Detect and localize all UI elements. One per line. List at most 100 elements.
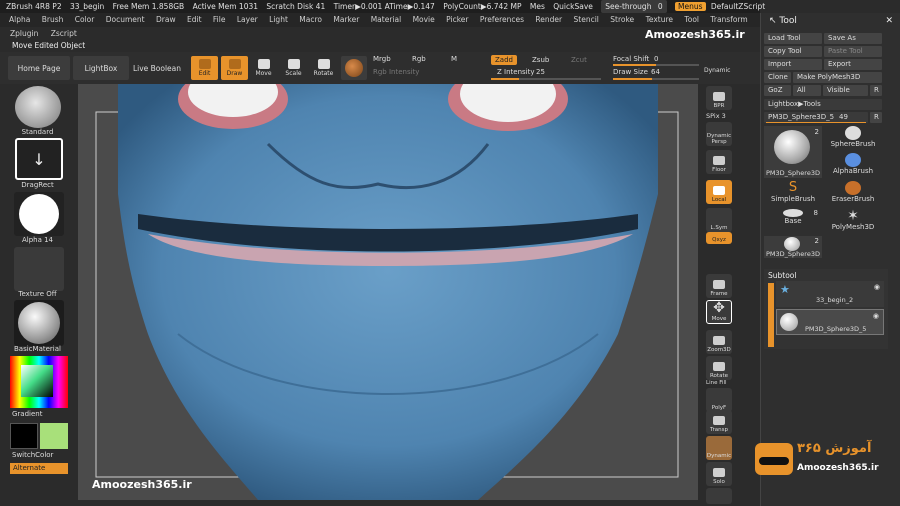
close-icon[interactable]: ✕ xyxy=(885,13,893,29)
load-tool-button[interactable]: Load Tool xyxy=(764,33,822,44)
dragrect-stroke-icon[interactable]: ↓ xyxy=(15,138,63,180)
m-button[interactable]: M xyxy=(451,55,457,63)
menus-button[interactable]: Menus xyxy=(675,2,706,11)
viewport-canvas[interactable]: Amoozesh365.ir xyxy=(78,84,698,500)
scale-button[interactable]: Scale xyxy=(281,56,306,80)
tool-thumb-pm3d[interactable]: 2 PM3D_Sphere3D xyxy=(764,126,822,178)
move-view-button[interactable]: ✥ Move xyxy=(706,300,732,324)
menu-stroke[interactable]: Stroke xyxy=(610,15,634,24)
mrgb-button[interactable]: Mrgb xyxy=(373,55,391,63)
lightbox-button[interactable]: LightBox xyxy=(73,56,129,80)
r-button-2[interactable]: R xyxy=(870,112,882,123)
menu-movie[interactable]: Movie xyxy=(413,15,435,24)
import-button[interactable]: Import xyxy=(764,59,822,70)
menu-alpha[interactable]: Alpha xyxy=(9,15,30,24)
tool-spherebrush[interactable]: SphereBrush xyxy=(824,126,882,148)
ghost-button[interactable]: Dynamic xyxy=(706,436,732,460)
tool-eraserbrush[interactable]: EraserBrush xyxy=(824,181,882,203)
tool-polymesh3d[interactable]: ✶ PolyMesh3D xyxy=(824,209,882,231)
menu-file[interactable]: File xyxy=(213,15,226,24)
menu-macro[interactable]: Macro xyxy=(299,15,322,24)
lsym-button[interactable]: L.Sym xyxy=(706,208,732,232)
all-button[interactable]: All xyxy=(793,85,821,96)
menu-edit[interactable]: Edit xyxy=(187,15,202,24)
menu-color[interactable]: Color xyxy=(75,15,95,24)
subtool-item-selected[interactable]: PM3D_Sphere3D_5 ◉ xyxy=(776,309,884,335)
xpose-button[interactable] xyxy=(706,488,732,504)
visible-button[interactable]: Visible xyxy=(823,85,868,96)
bpr-button[interactable]: BPR xyxy=(706,86,732,110)
transp-button[interactable]: Transp xyxy=(706,410,732,434)
secondary-color-swatch[interactable] xyxy=(40,423,68,449)
material-thumb[interactable] xyxy=(14,300,64,346)
menu-stencil[interactable]: Stencil xyxy=(574,15,599,24)
eye-icon[interactable]: ◉ xyxy=(874,283,880,291)
save-as-button[interactable]: Save As xyxy=(824,33,882,44)
spix-slider[interactable]: SPix 3 xyxy=(706,112,726,120)
export-button[interactable]: Export xyxy=(824,59,882,70)
menu-light[interactable]: Light xyxy=(269,15,288,24)
menu-texture[interactable]: Texture xyxy=(646,15,673,24)
lightbox-tools-button[interactable]: Lightbox▶Tools xyxy=(764,99,882,110)
rotate-button[interactable]: Rotate xyxy=(311,56,336,80)
menu-picker[interactable]: Picker xyxy=(446,15,468,24)
primary-color-swatch[interactable] xyxy=(10,423,38,449)
eye-icon-2[interactable]: ◉ xyxy=(873,312,879,320)
solo-button[interactable]: Solo xyxy=(706,462,732,486)
current-tool-slider[interactable]: PM3D_Sphere3D_5 49 xyxy=(764,112,868,123)
menu-material[interactable]: Material xyxy=(371,15,401,24)
menu-tool[interactable]: Tool xyxy=(684,15,699,24)
switchcolor-button[interactable]: SwitchColor xyxy=(12,451,87,459)
menu-zplugin[interactable]: Zplugin xyxy=(10,29,38,38)
rgb-button[interactable]: Rgb xyxy=(412,55,426,63)
defaultscript-button[interactable]: DefaultZScript xyxy=(711,2,765,11)
clone-button[interactable]: Clone xyxy=(764,72,791,83)
menu-marker[interactable]: Marker xyxy=(333,15,359,24)
zadd-button[interactable]: Zadd xyxy=(491,55,517,65)
menu-document[interactable]: Document xyxy=(106,15,145,24)
rgb-intensity-slider[interactable]: Rgb Intensity xyxy=(373,68,419,76)
tool-base[interactable]: Base 8 xyxy=(764,209,822,225)
subtool-item[interactable]: ★ 33_begin_2 ◉ xyxy=(776,281,884,307)
qxyz-button[interactable]: Qxyz xyxy=(706,232,732,244)
menu-render[interactable]: Render xyxy=(535,15,562,24)
goz-button[interactable]: GoZ xyxy=(764,85,791,96)
copy-tool-button[interactable]: Copy Tool xyxy=(764,46,822,57)
persp-button[interactable]: Dynamic Persp xyxy=(706,122,732,146)
subtool-scrollbar[interactable] xyxy=(768,283,774,347)
quicksave-button[interactable]: QuickSave xyxy=(553,2,593,11)
r-button[interactable]: R xyxy=(870,85,882,96)
subtool-header[interactable]: Subtool xyxy=(768,271,796,280)
make-polymesh-button[interactable]: Make PolyMesh3D xyxy=(793,72,882,83)
zcut-button[interactable]: Zcut xyxy=(571,56,587,64)
material-swatch-button[interactable] xyxy=(341,56,367,80)
seethrough-slider[interactable]: See-through 0 xyxy=(601,0,667,13)
color-picker[interactable] xyxy=(10,356,68,408)
menu-preferences[interactable]: Preferences xyxy=(480,15,524,24)
tool-alphabrush[interactable]: AlphaBrush xyxy=(824,153,882,175)
menu-transform[interactable]: Transform xyxy=(710,15,747,24)
alpha-thumb[interactable] xyxy=(14,192,64,236)
menu-brush[interactable]: Brush xyxy=(42,15,64,24)
standard-brush-icon[interactable] xyxy=(15,86,61,128)
edit-button[interactable]: Edit xyxy=(191,56,218,80)
zsub-button[interactable]: Zsub xyxy=(532,56,549,64)
tool-simplebrush[interactable]: S SimpleBrush xyxy=(764,181,822,204)
paste-tool-button[interactable]: Paste Tool xyxy=(824,46,882,57)
dynamic-button[interactable]: Dynamic xyxy=(704,67,730,74)
menu-draw[interactable]: Draw xyxy=(156,15,176,24)
live-boolean-button[interactable]: Live Boolean xyxy=(130,56,184,80)
texture-thumb[interactable] xyxy=(14,247,64,291)
tool-thumb-pm3d-2[interactable]: 2 PM3D_Sphere3D xyxy=(764,236,822,258)
rotate-view-button[interactable]: Rotate xyxy=(706,356,732,380)
local-button[interactable]: Local xyxy=(706,180,732,204)
draw-button[interactable]: Draw xyxy=(221,56,248,80)
menu-zscript[interactable]: Zscript xyxy=(51,29,77,38)
home-page-button[interactable]: Home Page xyxy=(8,56,70,80)
move-button[interactable]: Move xyxy=(251,56,276,80)
alternate-button[interactable]: Alternate xyxy=(10,463,68,474)
frame-button[interactable]: Frame xyxy=(706,274,732,298)
zoom3d-button[interactable]: Zoom3D xyxy=(706,330,732,354)
floor-button[interactable]: Floor xyxy=(706,150,732,174)
polyf-button[interactable]: PolyF xyxy=(706,388,732,412)
